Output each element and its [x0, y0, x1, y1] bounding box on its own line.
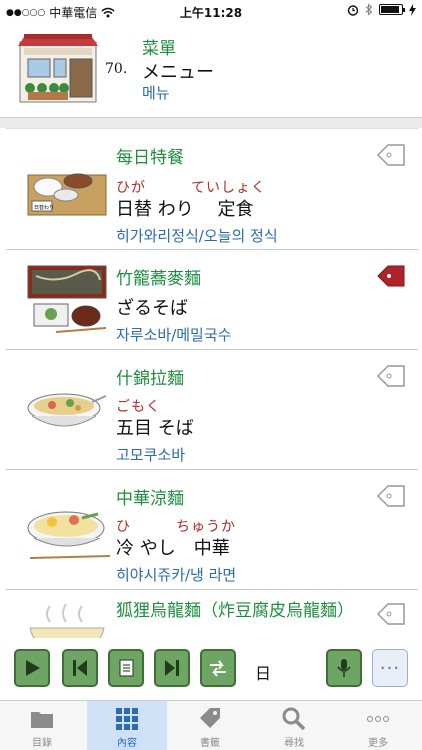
item-korean: 고모쿠소바	[116, 446, 186, 464]
topic-number: 70.	[105, 61, 128, 77]
topic-chinese: 菜單	[142, 39, 176, 59]
swap-language-button[interactable]	[200, 649, 236, 687]
list-icon	[119, 659, 134, 677]
alarm-icon	[347, 4, 359, 16]
tab-bar: 目錄 內容 書籤 尋找 更多	[0, 700, 422, 750]
playback-toolbar: 日 ···	[0, 644, 422, 696]
item-ruby: ごもく	[116, 399, 161, 415]
list-item[interactable]: 竹籠蕎麥麵 ざるそば 자루소바/메밀국수	[6, 250, 418, 350]
topic-korean: 메뉴	[142, 84, 170, 102]
item-ruby: ひ ちゅうか	[116, 519, 236, 535]
tab-search[interactable]: 尋找	[254, 701, 334, 750]
zaru-soba-icon	[27, 265, 107, 333]
next-button[interactable]	[154, 649, 190, 687]
previous-button[interactable]	[62, 649, 98, 687]
tab-label: 尋找	[284, 738, 304, 749]
bookmark-tag-icon[interactable]	[376, 602, 406, 626]
item-japanese: 冷 やし 中華	[116, 538, 230, 559]
topic-header: 70. 菜單 メニュー 메뉴	[0, 22, 422, 118]
bookmark-tag-icon[interactable]	[376, 264, 406, 288]
search-icon	[282, 707, 306, 731]
tab-label: 內容	[117, 738, 137, 749]
previous-icon	[73, 660, 87, 676]
grid-icon	[116, 708, 138, 730]
phrase-list[interactable]: 日替わり 每日特餐 ひが ていしょく 日替 わり 定食 히가와리정식/오늘의 정…	[6, 128, 418, 638]
tab-bookmarks[interactable]: 書籤	[170, 701, 250, 750]
list-item[interactable]: 中華涼麵 ひ ちゅうか 冷 やし 中華 히야시쥬카/냉 라면	[6, 470, 418, 590]
item-ruby: ひが ていしょく	[116, 180, 266, 196]
topic-japanese: メニュー	[142, 62, 214, 83]
charging-icon	[409, 3, 416, 16]
list-item[interactable]: 日替わり 每日特餐 ひが ていしょく 日替 わり 定食 히가와리정식/오늘의 정…	[6, 129, 418, 250]
cold-ramen-icon	[27, 511, 110, 559]
svg-text:日替わり: 日替わり	[34, 204, 54, 211]
list-item[interactable]: 狐狸烏龍麵（炸豆腐皮烏龍麵）	[6, 590, 418, 638]
microphone-button[interactable]	[326, 649, 362, 687]
more-options-button[interactable]: ···	[372, 649, 408, 687]
kitsune-udon-icon	[29, 604, 105, 638]
item-chinese: 什錦拉麵	[116, 369, 184, 389]
tab-label: 目錄	[32, 738, 52, 749]
swap-icon	[210, 660, 226, 677]
tab-contents-index[interactable]: 目錄	[2, 701, 82, 750]
play-button[interactable]	[14, 649, 50, 687]
item-japanese: ざるそば	[116, 298, 188, 319]
bookmark-tag-icon[interactable]	[376, 143, 406, 167]
item-chinese: 狐狸烏龍麵（炸豆腐皮烏龍麵）	[116, 601, 354, 621]
tab-more[interactable]: 更多	[338, 701, 418, 750]
battery-indicator	[379, 4, 405, 15]
item-korean: 자루소바/메밀국수	[116, 326, 232, 344]
item-korean: 히야시쥬카/냉 라면	[116, 566, 237, 584]
gomoku-soba-icon	[27, 393, 107, 427]
language-indicator: 日	[255, 664, 272, 683]
list-button[interactable]	[108, 649, 144, 687]
item-japanese: 五目 そば	[116, 418, 194, 439]
item-korean: 히가와리정식/오늘의 정식	[116, 227, 278, 245]
item-chinese: 每日特餐	[116, 148, 184, 168]
microphone-icon	[337, 659, 351, 677]
item-chinese: 竹籠蕎麥麵	[116, 269, 201, 289]
play-icon	[26, 660, 40, 676]
folder-icon	[31, 712, 53, 728]
bookmark-tag-icon[interactable]	[376, 364, 406, 388]
more-icon	[367, 716, 389, 722]
tab-content[interactable]: 內容	[87, 701, 167, 750]
tab-label: 更多	[368, 738, 388, 749]
next-icon	[165, 660, 179, 676]
bookmark-tag-icon[interactable]	[376, 484, 406, 508]
item-chinese: 中華涼麵	[116, 489, 184, 509]
restaurant-icon	[18, 34, 98, 103]
list-item[interactable]: 什錦拉麵 ごもく 五目 そば 고모쿠소바	[6, 350, 418, 470]
separator-band	[0, 118, 422, 128]
set-meal-icon: 日替わり	[27, 173, 107, 216]
bluetooth-icon	[365, 3, 373, 16]
tag-icon	[200, 708, 220, 728]
tab-label: 書籤	[200, 738, 220, 749]
item-japanese: 日替 わり 定食	[116, 199, 254, 220]
status-bar: ●●○○○ 中華電信 上午11:28	[0, 0, 422, 22]
